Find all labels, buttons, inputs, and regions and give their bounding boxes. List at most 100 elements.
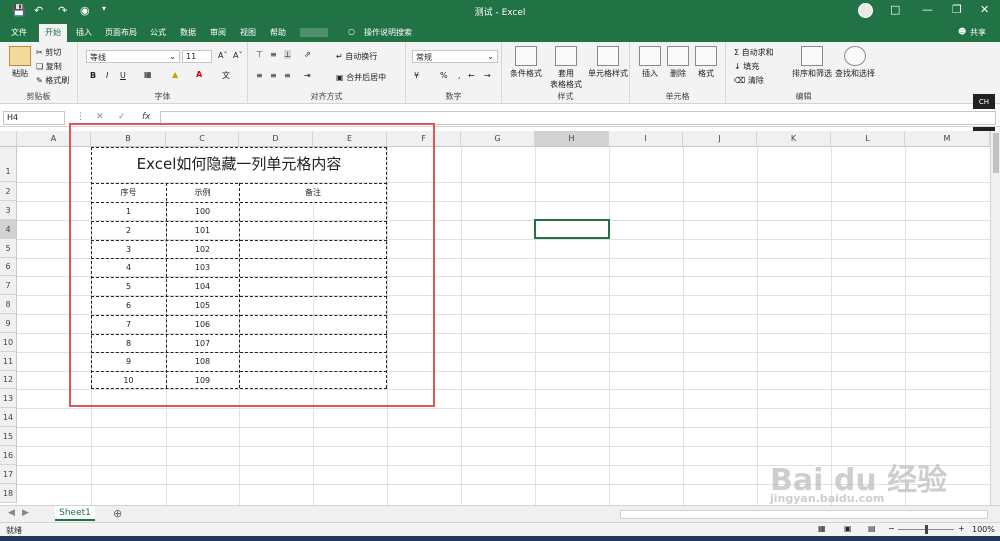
row-header[interactable]: 16 — [0, 446, 17, 465]
paste-button[interactable]: 粘贴 — [6, 46, 34, 79]
row-header[interactable]: 12 — [0, 371, 17, 389]
indent-icon[interactable]: ⇥ — [304, 71, 311, 80]
currency-icon[interactable]: ¥ — [414, 71, 419, 80]
comma-button[interactable]: , — [458, 71, 461, 80]
share-button[interactable]: 共享 — [970, 27, 986, 38]
copy-button[interactable]: ❏ 复制 — [36, 61, 62, 72]
increase-decimal-icon[interactable]: ← — [468, 71, 475, 80]
row-header-selected[interactable]: 4 — [0, 220, 17, 239]
orientation-icon[interactable]: ⇗ — [304, 50, 311, 59]
tab-view[interactable]: 视图 — [240, 27, 256, 38]
row-header[interactable]: 10 — [0, 333, 17, 352]
insert-function-button[interactable]: fx — [142, 112, 151, 122]
scroll-thumb[interactable] — [992, 133, 999, 173]
tab-help[interactable]: 帮助 — [270, 27, 286, 38]
zoom-in-icon[interactable]: + — [958, 524, 965, 533]
page-layout-icon[interactable]: ▣ — [844, 524, 852, 533]
row-header[interactable]: 17 — [0, 465, 17, 484]
sheet-tab-sheet1[interactable]: Sheet1 — [55, 506, 95, 521]
tab-review[interactable]: 审阅 — [210, 27, 226, 38]
align-center-icon[interactable]: ≡ — [270, 71, 277, 80]
percent-button[interactable]: % — [440, 71, 448, 80]
insert-cells-button[interactable]: 插入 — [636, 46, 664, 79]
page-break-icon[interactable]: ▤ — [868, 524, 876, 533]
select-all-corner[interactable] — [0, 131, 17, 147]
fill-button[interactable]: ↓ 填充 — [734, 61, 759, 72]
align-left-icon[interactable]: ≡ — [256, 71, 263, 80]
decrease-font-icon[interactable]: Aˇ — [233, 51, 242, 60]
cell-styles-button[interactable]: 单元格样式 — [586, 46, 630, 79]
merge-center-button[interactable]: ▣ 合并后居中 — [336, 72, 386, 83]
clear-button[interactable]: ⌫ 清除 — [734, 75, 764, 86]
next-sheet-icon[interactable]: ▶ — [22, 508, 29, 518]
share-icon[interactable]: ☻ — [958, 27, 966, 36]
format-painter-button[interactable]: ✎ 格式刷 — [36, 75, 69, 86]
tab-insert[interactable]: 插入 — [76, 27, 92, 38]
minimize-icon[interactable]: — — [922, 3, 933, 16]
sort-filter-button[interactable]: 排序和筛选 — [792, 46, 832, 79]
underline-button[interactable]: U — [120, 71, 126, 80]
row-header[interactable]: 15 — [0, 427, 17, 446]
delete-cells-button[interactable]: 删除 — [664, 46, 692, 79]
row-header[interactable]: 5 — [0, 239, 17, 258]
align-bottom-icon[interactable]: ⊥ — [284, 50, 291, 59]
add-sheet-icon[interactable]: ⊕ — [113, 507, 122, 520]
normal-view-icon[interactable]: ▦ — [818, 524, 826, 533]
row-header[interactable]: 18 — [0, 484, 17, 503]
align-right-icon[interactable]: ≡ — [284, 71, 291, 80]
vertical-scrollbar[interactable] — [990, 131, 1000, 505]
row-header[interactable]: 6 — [0, 258, 17, 276]
conditional-format-button[interactable]: 条件格式 — [506, 46, 546, 79]
align-top-icon[interactable]: ⊤ — [256, 50, 263, 59]
borders-icon[interactable]: ▦ — [144, 70, 152, 79]
bold-button[interactable]: B — [90, 71, 96, 80]
name-box[interactable]: H4 — [3, 111, 65, 125]
phonetic-icon[interactable]: 文 — [222, 70, 230, 81]
zoom-thumb[interactable] — [925, 525, 928, 534]
horizontal-scrollbar[interactable] — [620, 510, 988, 519]
row-header[interactable]: 14 — [0, 408, 17, 427]
row-header[interactable]: 3 — [0, 201, 17, 220]
row-header[interactable]: 7 — [0, 276, 17, 295]
zoom-out-icon[interactable]: − — [888, 524, 895, 533]
column-header[interactable]: L — [831, 131, 905, 147]
column-header[interactable]: I — [609, 131, 683, 147]
format-cells-button[interactable]: 格式 — [692, 46, 720, 79]
number-format-dropdown[interactable]: 常规 ⌄ — [412, 50, 498, 63]
row-header[interactable]: 11 — [0, 352, 17, 371]
align-middle-icon[interactable]: ≡ — [270, 50, 277, 59]
cut-button[interactable]: ✂ 剪切 — [36, 47, 61, 58]
column-header-selected[interactable]: H — [535, 131, 609, 147]
user-avatar[interactable] — [858, 3, 873, 18]
cancel-icon[interactable]: ✕ — [96, 112, 104, 122]
column-header[interactable]: J — [683, 131, 757, 147]
close-icon[interactable]: ✕ — [980, 3, 989, 16]
row-header[interactable]: 8 — [0, 295, 17, 314]
prev-sheet-icon[interactable]: ◀ — [8, 508, 15, 518]
tab-home[interactable]: 开始 — [39, 24, 67, 42]
tab-data[interactable]: 数据 — [180, 27, 196, 38]
column-header[interactable]: K — [757, 131, 831, 147]
row-header[interactable]: 9 — [0, 314, 17, 333]
font-size-dropdown[interactable]: 11 — [182, 50, 212, 63]
tab-page-layout[interactable]: 页面布局 — [105, 27, 137, 38]
ribbon-options-icon[interactable]: □ — [890, 3, 900, 16]
format-as-table-button[interactable]: 套用 表格格式 — [546, 46, 586, 90]
fill-color-icon[interactable]: ▲ — [172, 70, 178, 79]
tab-file[interactable]: 文件 — [11, 27, 27, 38]
tab-formulas[interactable]: 公式 — [150, 27, 166, 38]
decrease-decimal-icon[interactable]: → — [484, 71, 491, 80]
selected-cell-h4[interactable] — [534, 219, 610, 239]
font-color-button[interactable]: A — [196, 70, 202, 79]
autosum-button[interactable]: Σ 自动求和 — [734, 47, 774, 58]
row-header[interactable]: 13 — [0, 389, 17, 408]
zoom-level[interactable]: 100% — [972, 525, 995, 534]
row-header[interactable]: 1 — [0, 147, 17, 182]
find-select-button[interactable]: 查找和选择 — [834, 46, 876, 79]
column-header[interactable]: G — [461, 131, 535, 147]
column-header[interactable]: M — [905, 131, 990, 147]
italic-button[interactable]: I — [106, 71, 108, 80]
increase-font-icon[interactable]: Aˆ — [218, 51, 227, 60]
enter-icon[interactable]: ✓ — [118, 112, 126, 122]
wrap-text-button[interactable]: ↵ 自动换行 — [336, 51, 377, 62]
